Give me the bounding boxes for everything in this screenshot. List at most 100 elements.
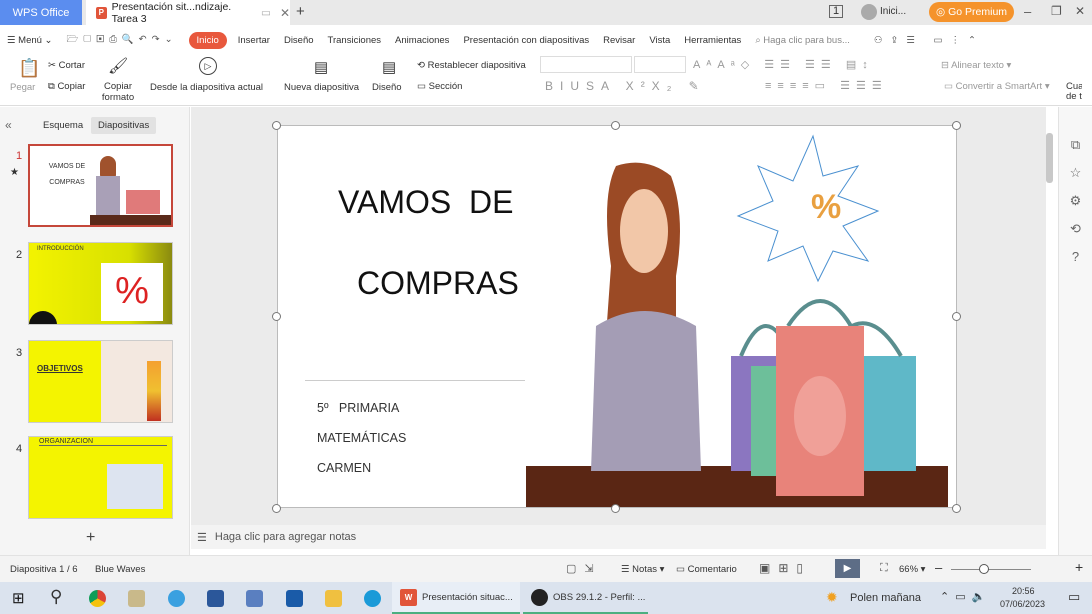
slide-thumbnail-3[interactable]: OBJETIVOS <box>28 340 173 423</box>
resize-handle[interactable] <box>952 312 961 321</box>
section-button[interactable]: ▭ Sección <box>417 81 462 92</box>
search-box[interactable]: ⌕ Haga clic para bus... <box>748 35 857 46</box>
text-format-tools[interactable]: BIUSA X²X₂ ✎ <box>545 79 706 93</box>
subject-text[interactable]: MATEMÁTICAS <box>317 431 406 445</box>
tab-insertar[interactable]: Insertar <box>231 35 277 46</box>
help-icon[interactable]: ? <box>1072 249 1079 264</box>
paragraph-tools[interactable]: ≡≡≡≡▭ ☰☰☰ <box>765 79 888 92</box>
avatar[interactable] <box>861 4 877 20</box>
new-slide-button[interactable]: Nueva diapositiva <box>284 82 359 93</box>
taskbar-wps-app[interactable]: W Presentación situac... <box>392 582 520 614</box>
history-icon[interactable]: ⟲ <box>1070 221 1081 237</box>
properties-icon[interactable]: ⧉ <box>1071 137 1080 153</box>
resize-handle[interactable] <box>952 504 961 513</box>
ie-icon[interactable] <box>168 590 185 607</box>
tab-inicio[interactable]: Inicio <box>188 31 227 49</box>
paint-icon[interactable] <box>128 590 145 607</box>
author-text[interactable]: CARMEN <box>317 461 371 475</box>
resize-handle[interactable] <box>272 121 281 130</box>
chrome-icon[interactable] <box>89 590 106 607</box>
cut-button[interactable]: ✂ Cortar <box>48 60 85 71</box>
notes-toggle[interactable]: ☰ Notas ▾ <box>621 564 664 575</box>
store-icon[interactable] <box>286 590 303 607</box>
new-tab-button[interactable]: + <box>296 3 305 20</box>
fit-icon[interactable]: ⛶ <box>880 562 888 575</box>
font-tools[interactable]: AᴬAᵃ◇ ☰☰ ☰☰ ▤↕ <box>693 58 874 71</box>
tab-revisar[interactable]: Revisar <box>596 35 642 46</box>
paste-button[interactable]: Pegar <box>10 82 35 93</box>
smartart-button[interactable]: ▭ Convertir a SmartArt ▾ <box>944 81 1050 92</box>
add-slide-button[interactable]: + <box>86 529 95 547</box>
quick-access-toolbar[interactable]: 🗁▢▣⎙🔍↶↷⌄ <box>60 32 185 48</box>
play-slideshow-button[interactable]: ▶ <box>835 559 860 578</box>
align-text-button[interactable]: ⊟ Alinear texto ▾ <box>941 60 1011 71</box>
clock-time[interactable]: 20:56 <box>1012 586 1035 596</box>
format-painter-button[interactable]: Copiar formato <box>100 81 136 103</box>
login-button[interactable]: Inici... <box>880 6 906 17</box>
tab-herramientas[interactable]: Herramientas <box>677 35 748 46</box>
windows-start-icon[interactable]: ⊞ <box>12 589 25 607</box>
edge-icon[interactable] <box>364 590 381 607</box>
goal-blocks <box>147 361 161 421</box>
slide-thumbnail-2[interactable]: INTRODUCCIÓN % <box>28 242 173 325</box>
notes-pane[interactable]: ☰ Haga clic para agregar notas <box>191 525 1046 549</box>
zoom-slider-thumb[interactable] <box>979 564 989 574</box>
layout-button[interactable]: Diseño <box>372 82 402 93</box>
tab-animaciones[interactable]: Animaciones <box>388 35 456 46</box>
zoom-in-button[interactable]: + <box>1075 559 1083 575</box>
tab-transiciones[interactable]: Transiciones <box>321 35 389 46</box>
from-current-slide-button[interactable]: Desde la diapositiva actual <box>150 82 263 93</box>
word-icon[interactable] <box>207 590 224 607</box>
slide-title-line2[interactable]: COMPRAS <box>357 265 519 302</box>
textbox-button[interactable]: Cua de t <box>1066 82 1082 102</box>
close-tab-icon[interactable]: ✕ <box>280 6 290 20</box>
menu-button[interactable]: ☰ Menú ⌄ <box>0 35 60 46</box>
slide-thumbnail-4[interactable]: ORGANIZACION <box>28 436 173 519</box>
close-window-icon[interactable]: ✕ <box>1075 4 1085 18</box>
font-name-select[interactable] <box>540 56 632 73</box>
share-icons[interactable]: ⚇⇪☰ ▭⋮⌃ <box>867 35 991 46</box>
settings-icon[interactable]: ⚙ <box>1070 193 1082 209</box>
tab-diseno[interactable]: Diseño <box>277 35 321 46</box>
zoom-select[interactable]: 66% ▾ <box>899 564 925 575</box>
slide-thumbnail-1[interactable]: VAMOS DE COMPRAS <box>28 144 173 227</box>
notifications-icon[interactable]: ▭ <box>1068 589 1080 605</box>
status-tools-icon[interactable]: ▢⇲ <box>566 562 602 575</box>
wps-office-tab[interactable]: WPS Office <box>0 0 82 25</box>
tab-diapositivas[interactable]: Diapositivas <box>91 117 157 134</box>
resize-handle[interactable] <box>272 504 281 513</box>
zoom-slider[interactable] <box>951 569 1031 570</box>
resize-handle[interactable] <box>272 312 281 321</box>
slide-canvas[interactable]: VAMOS DE COMPRAS 5º PRIMARIA MATEMÁTICAS… <box>277 125 957 508</box>
animation-icon[interactable]: ☆ <box>1070 165 1082 181</box>
view-buttons[interactable]: ▣⊞▯ <box>759 561 811 575</box>
document-tab[interactable]: P Presentación sit...ndizaje. Tarea 3 ▭ … <box>86 0 290 25</box>
copy-button[interactable]: ⧉ Copiar <box>48 81 85 92</box>
minimize-icon[interactable]: – <box>1024 4 1031 19</box>
zoom-out-button[interactable]: – <box>935 560 942 575</box>
taskbar-obs-app[interactable]: OBS 29.1.2 - Perfil: ... <box>523 582 648 614</box>
vertical-scrollbar[interactable] <box>1046 125 1054 525</box>
tab-presentacion[interactable]: Presentación con diapositivas <box>456 35 596 46</box>
resize-handle[interactable] <box>952 121 961 130</box>
reset-slide-button[interactable]: ⟲ Restablecer diapositiva <box>417 60 526 71</box>
window-layout-icon[interactable]: 1 <box>829 5 843 18</box>
wordpad-icon[interactable] <box>246 590 263 607</box>
resize-handle[interactable] <box>611 504 620 513</box>
collapse-icon[interactable]: « <box>5 118 12 132</box>
weather-text[interactable]: Polen mañana <box>850 592 921 604</box>
comment-button[interactable]: ▭ Comentario <box>676 564 737 575</box>
resize-handle[interactable] <box>611 121 620 130</box>
monitor-icon[interactable]: ▭ <box>261 7 271 19</box>
search-taskbar-icon[interactable]: ⚲ <box>50 587 62 607</box>
tray-icons[interactable]: ⌃▭🔈 <box>940 590 991 603</box>
tab-vista[interactable]: Vista <box>642 35 677 46</box>
tab-esquema[interactable]: Esquema <box>43 120 83 131</box>
font-size-select[interactable] <box>634 56 686 73</box>
slide-title-line1[interactable]: VAMOS DE <box>338 184 513 221</box>
go-premium-button[interactable]: ◎ Go Premium <box>929 2 1014 22</box>
explorer-icon[interactable] <box>325 590 342 607</box>
grade-text[interactable]: 5º PRIMARIA <box>317 401 399 415</box>
clock-date[interactable]: 07/06/2023 <box>1000 599 1045 609</box>
restore-icon[interactable]: ❐ <box>1051 4 1062 18</box>
